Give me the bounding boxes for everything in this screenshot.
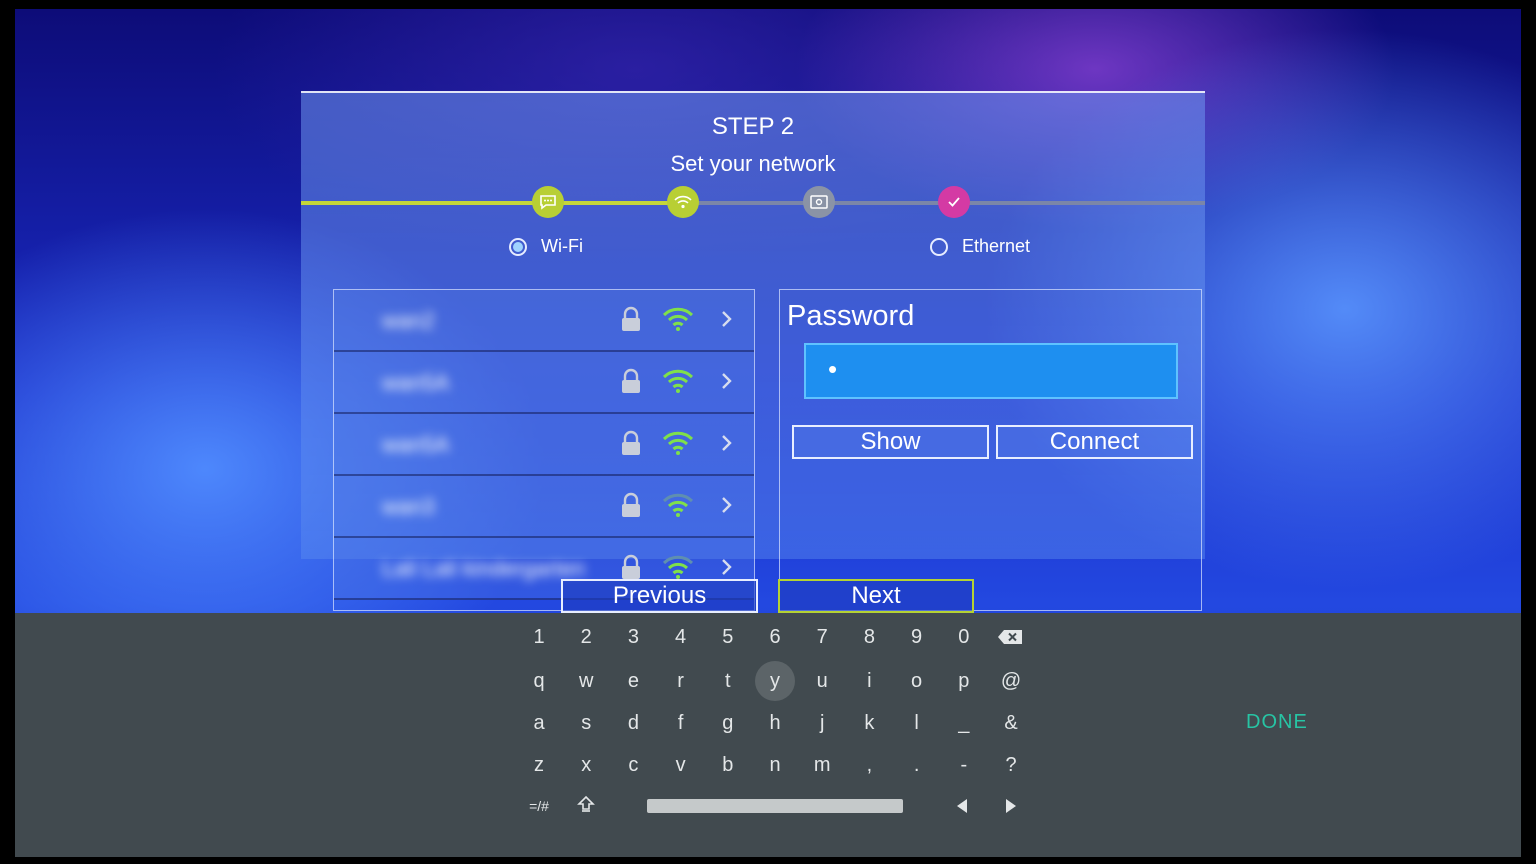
key[interactable]: 4 <box>661 617 701 657</box>
backspace-icon[interactable] <box>990 617 1030 657</box>
step-progress-bar <box>301 186 1205 218</box>
key[interactable]: e <box>613 661 653 701</box>
password-panel: Password • Show Connect <box>779 289 1202 611</box>
key[interactable]: 3 <box>613 617 653 657</box>
step-progress-fill <box>301 201 681 205</box>
network-name: wan2 <box>382 308 435 333</box>
wifi-network-list[interactable]: wan2 wan5A wan5A wan3 Lali Lali kindergarten <box>333 289 755 611</box>
key[interactable]: , <box>849 745 889 785</box>
network-name: wan3 <box>382 494 435 519</box>
wifi-signal-icon <box>662 369 694 393</box>
key[interactable]: 8 <box>849 617 889 657</box>
key[interactable]: 2 <box>566 617 606 657</box>
step-subtitle: Set your network <box>670 151 836 176</box>
key[interactable]: 1 <box>519 617 559 657</box>
key[interactable]: 0 <box>944 617 984 657</box>
key[interactable]: b <box>708 745 748 785</box>
password-input[interactable]: • <box>804 343 1178 399</box>
previous-button[interactable]: Previous <box>561 579 758 613</box>
key[interactable]: 9 <box>897 617 937 657</box>
wifi-option[interactable]: Wi-Fi <box>509 236 583 257</box>
checkmark-icon <box>938 186 970 218</box>
lock-icon <box>622 554 640 579</box>
network-name: wan5A <box>382 370 450 395</box>
cursor-left-icon[interactable] <box>942 786 982 826</box>
wifi-signal-icon <box>662 555 694 579</box>
lock-icon <box>622 430 640 455</box>
key[interactable]: & <box>991 703 1031 743</box>
key[interactable]: w <box>566 661 606 701</box>
key[interactable]: l <box>897 703 937 743</box>
key[interactable]: @ <box>991 661 1031 701</box>
key[interactable]: d <box>613 703 653 743</box>
key[interactable]: 5 <box>708 617 748 657</box>
key[interactable]: u <box>802 661 842 701</box>
key[interactable]: c <box>613 745 653 785</box>
password-label: Password <box>787 300 915 332</box>
network-name: Lali Lali kindergarten <box>382 556 586 581</box>
show-password-button[interactable]: Show <box>792 425 989 459</box>
ethernet-radio[interactable] <box>930 237 948 256</box>
lock-icon <box>622 492 640 517</box>
key[interactable]: ? <box>991 745 1031 785</box>
key[interactable]: _ <box>944 703 984 743</box>
key[interactable]: f <box>661 703 701 743</box>
key[interactable]: n <box>755 745 795 785</box>
next-button[interactable]: Next <box>778 579 974 613</box>
key[interactable]: g <box>708 703 748 743</box>
display-settings-icon <box>803 186 835 218</box>
ethernet-option[interactable]: Ethernet <box>930 236 1030 257</box>
wifi-signal-icon <box>662 307 694 331</box>
chevron-right-icon <box>722 559 732 575</box>
network-row[interactable]: wan2 <box>334 290 754 352</box>
key[interactable]: x <box>566 745 606 785</box>
chevron-right-icon <box>722 373 732 389</box>
key[interactable]: t <box>708 661 748 701</box>
lock-icon <box>622 368 640 393</box>
key[interactable]: k <box>849 703 889 743</box>
network-row[interactable]: wan5A <box>334 352 754 414</box>
key[interactable]: m <box>802 745 842 785</box>
key[interactable]: 7 <box>802 617 842 657</box>
wifi-option-label: Wi-Fi <box>541 236 583 256</box>
key[interactable]: i <box>849 661 889 701</box>
key[interactable]: o <box>897 661 937 701</box>
key[interactable]: q <box>519 661 559 701</box>
key[interactable]: j <box>802 703 842 743</box>
network-row[interactable]: wan5A <box>334 414 754 476</box>
on-screen-keyboard: =/# DONE 1 2 3 4 5 6 7 8 9 0 q w e r t y u i o p @ a s d f g h j k l _… <box>15 613 1521 857</box>
key[interactable]: - <box>944 745 984 785</box>
chevron-right-icon <box>722 311 732 327</box>
ethernet-option-label: Ethernet <box>962 236 1031 256</box>
shift-icon[interactable] <box>566 784 606 824</box>
lock-icon <box>622 306 640 331</box>
cursor-right-icon[interactable] <box>991 786 1031 826</box>
key[interactable]: v <box>661 745 701 785</box>
chat-bubble-icon <box>532 186 564 218</box>
key[interactable]: z <box>519 745 559 785</box>
wifi-signal-icon <box>662 493 694 517</box>
wifi-radio[interactable] <box>509 237 527 256</box>
wifi-signal-icon <box>662 431 694 455</box>
key[interactable]: h <box>755 703 795 743</box>
step-title: STEP 2 <box>711 113 795 140</box>
network-row[interactable]: wan3 <box>334 476 754 538</box>
key[interactable]: y <box>755 661 795 701</box>
wifi-icon <box>667 186 699 218</box>
key[interactable]: . <box>897 745 937 785</box>
symbols-key[interactable]: =/# <box>519 786 559 826</box>
key[interactable]: s <box>566 703 606 743</box>
chevron-right-icon <box>722 497 732 513</box>
key[interactable]: 6 <box>755 617 795 657</box>
key[interactable]: r <box>661 661 701 701</box>
done-button[interactable]: DONE <box>1246 711 1308 734</box>
connect-button[interactable]: Connect <box>996 425 1193 459</box>
key[interactable]: p <box>944 661 984 701</box>
spacebar[interactable] <box>647 799 903 813</box>
network-name: wan5A <box>382 432 450 457</box>
key[interactable]: a <box>519 703 559 743</box>
chevron-right-icon <box>722 435 732 451</box>
